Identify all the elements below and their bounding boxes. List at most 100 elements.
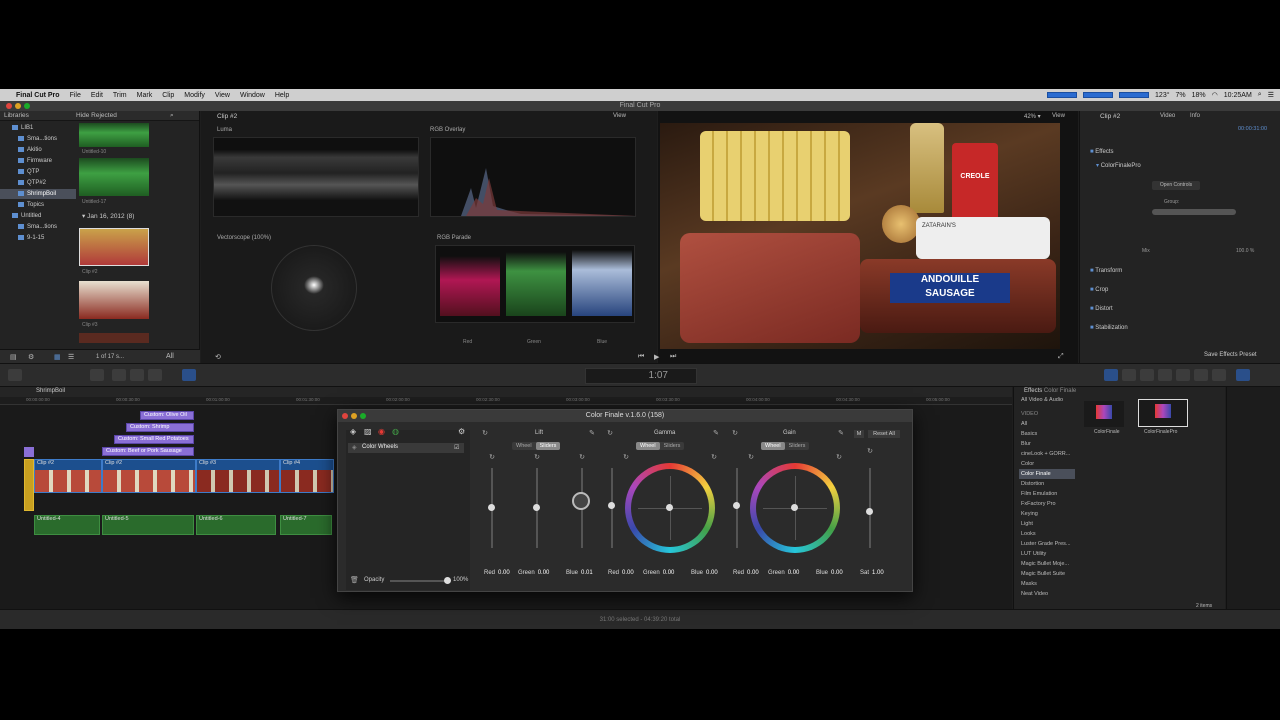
library-item[interactable]: Akitio <box>0 145 76 155</box>
wheels-tool-icon[interactable]: ◈ <box>350 427 356 436</box>
gain-reset-left-icon[interactable]: ↻ <box>747 454 755 462</box>
reset-all-button[interactable]: Reset All <box>868 430 900 438</box>
generators-icon[interactable] <box>1194 369 1208 381</box>
gain-reset-icon[interactable]: ↻ <box>731 430 739 438</box>
keyword-icon[interactable] <box>90 369 104 381</box>
append-icon[interactable] <box>148 369 162 381</box>
zoom-window-icon[interactable] <box>360 413 366 419</box>
photo-icon[interactable] <box>1122 369 1136 381</box>
search-icon[interactable]: ⌕ <box>170 111 174 121</box>
sidebar-toggle-icon[interactable]: ▤ <box>10 353 17 361</box>
gain-wheel-puck[interactable] <box>791 504 798 511</box>
title-clip[interactable] <box>24 447 34 457</box>
effects-category[interactable]: Keying <box>1019 509 1075 519</box>
effects-category[interactable]: LUT Utility <box>1019 549 1075 559</box>
saturation-value[interactable]: Sat 1.00 <box>860 570 884 576</box>
library-item[interactable]: Sma...tions <box>0 134 76 144</box>
section-transform[interactable]: ■ Transform <box>1090 268 1122 274</box>
library-item[interactable]: Untitled <box>0 211 76 221</box>
gain-red-value[interactable]: Red 0.00 <box>733 570 759 576</box>
next-icon[interactable]: ⏭ <box>670 353 676 361</box>
play-icon[interactable]: ▶ <box>654 353 659 361</box>
effects-category[interactable]: Distortion <box>1019 479 1075 489</box>
library-item[interactable]: QTP#2 <box>0 178 76 188</box>
mix-value[interactable]: 100.0 % <box>1236 248 1254 254</box>
video-clip[interactable]: Clip #2 <box>34 459 102 493</box>
audio-clip[interactable]: Untitled-4 <box>34 515 100 535</box>
list-icon[interactable]: ☰ <box>1268 91 1274 99</box>
effects-category[interactable]: cineLook + GORR... <box>1019 449 1075 459</box>
menu-help[interactable]: Help <box>275 92 289 99</box>
close-window-icon[interactable] <box>342 413 348 419</box>
tab-video[interactable]: Video <box>1160 113 1175 119</box>
browser-clip-thumb-selected[interactable] <box>79 228 149 266</box>
lift-green-slider[interactable] <box>533 468 540 548</box>
gain-mode-toggle[interactable]: Wheel Sliders <box>761 442 810 450</box>
gain-eyedropper-icon[interactable]: ✎ <box>837 430 845 438</box>
themes-icon[interactable] <box>1212 369 1226 381</box>
menu-window[interactable]: Window <box>240 92 265 99</box>
library-item[interactable]: Topics <box>0 200 76 210</box>
select-tool-icon[interactable] <box>182 369 196 381</box>
gamma-reset-icon[interactable]: ↻ <box>606 430 614 438</box>
group-popup[interactable] <box>1152 209 1236 215</box>
title-clip[interactable]: Custom: Olive Oil <box>140 411 194 420</box>
lift-reset-icon[interactable]: ↻ <box>481 430 489 438</box>
lift-blue-reset-icon[interactable]: ↻ <box>578 454 586 462</box>
save-effects-preset-button[interactable]: Save Effects Preset <box>1204 352 1257 358</box>
effects-category[interactable]: Neat Video <box>1019 589 1075 599</box>
viewer-view-menu[interactable]: View <box>1052 113 1065 119</box>
section-effects[interactable]: ■ Effects <box>1090 149 1114 155</box>
audio-clip[interactable]: Untitled-5 <box>102 515 194 535</box>
library-item[interactable]: QTP <box>0 167 76 177</box>
effect-thumb-colorfinalepro[interactable] <box>1138 399 1188 427</box>
title-clip[interactable]: Custom: Small Red Potatoes <box>114 435 194 444</box>
all-icon[interactable]: All <box>166 353 174 360</box>
menu-file[interactable]: File <box>70 92 81 99</box>
effect-thumb-colorfinale[interactable] <box>1084 401 1124 427</box>
menu-trim[interactable]: Trim <box>113 92 127 99</box>
monochrome-button[interactable]: M <box>854 430 864 438</box>
library-item[interactable]: Sma...tions <box>0 222 76 232</box>
opacity-knob[interactable] <box>444 577 451 584</box>
connect-icon[interactable] <box>112 369 126 381</box>
opacity-slider[interactable] <box>390 577 451 584</box>
gamma-green-value[interactable]: Green 0.00 <box>643 570 674 576</box>
effects-category[interactable]: Magic Bullet Suite <box>1019 569 1075 579</box>
minimize-window-icon[interactable] <box>351 413 357 419</box>
scopes-view-menu[interactable]: View <box>613 113 626 119</box>
lift-green-value[interactable]: Green 0.00 <box>518 570 549 576</box>
filter-popup[interactable]: Hide Rejected <box>76 111 117 121</box>
insert-icon[interactable] <box>130 369 144 381</box>
minimize-window-icon[interactable] <box>15 103 21 109</box>
audio-clip[interactable]: Untitled-7 <box>280 515 332 535</box>
menu-edit[interactable]: Edit <box>91 92 103 99</box>
gear-icon[interactable]: ⚙ <box>458 427 465 436</box>
menu-mark[interactable]: Mark <box>137 92 153 99</box>
gamma-red-value[interactable]: Red 0.00 <box>608 570 634 576</box>
video-clip-selected[interactable] <box>24 459 34 511</box>
gamma-reset-right-icon[interactable]: ↻ <box>710 454 718 462</box>
transitions-icon[interactable] <box>1158 369 1172 381</box>
section-stabilization[interactable]: ■ Stabilization <box>1090 325 1128 331</box>
title-clip[interactable]: Custom: Shrimp <box>126 423 194 432</box>
title-clip[interactable]: Custom: Beef or Pork Sausage <box>102 447 194 456</box>
close-window-icon[interactable] <box>6 103 12 109</box>
gamma-wheel-puck[interactable] <box>666 504 673 511</box>
lift-eyedropper-icon[interactable]: ✎ <box>588 430 596 438</box>
clock[interactable]: 10:25AM <box>1224 92 1252 99</box>
lift-red-value[interactable]: Red 0.00 <box>484 570 510 576</box>
saturation-slider[interactable] <box>866 468 873 548</box>
effects-category[interactable]: Color Finale <box>1019 469 1075 479</box>
music-icon[interactable] <box>1140 369 1154 381</box>
lift-green-reset-icon[interactable]: ↻ <box>533 454 541 462</box>
open-controls-button[interactable]: Open Controls <box>1152 181 1200 190</box>
menu-modify[interactable]: Modify <box>184 92 205 99</box>
prev-icon[interactable]: ⏮ <box>638 353 644 361</box>
date-group[interactable]: ▾ Jan 16, 2012 (8) <box>82 212 134 220</box>
timeline-ruler[interactable]: 00:00:00:00 00:00:30:00 00:01:00:00 00:0… <box>0 397 1012 405</box>
gamma-eyedropper-icon[interactable]: ✎ <box>712 430 720 438</box>
video-clip[interactable]: Clip #4 <box>280 459 334 493</box>
lift-red-slider[interactable] <box>488 468 495 548</box>
menu-clip[interactable]: Clip <box>162 92 174 99</box>
